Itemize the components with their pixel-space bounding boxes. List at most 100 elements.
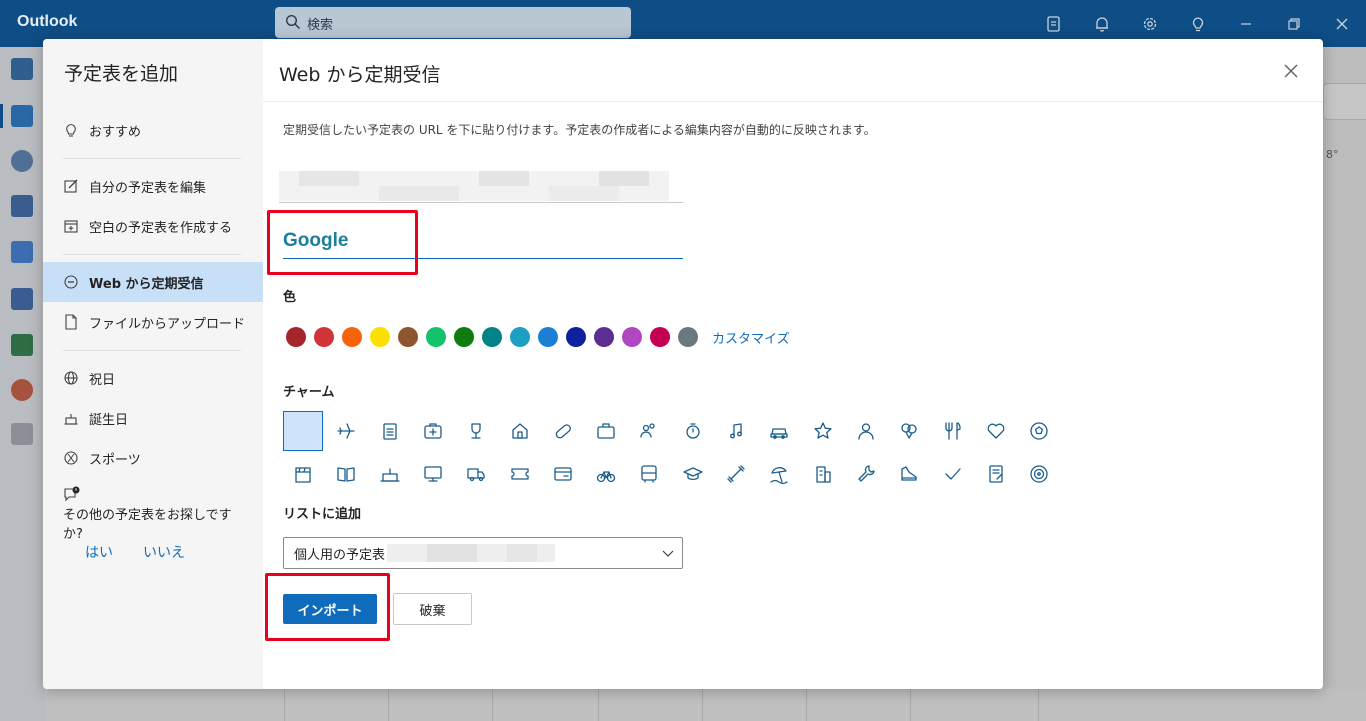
close-icon[interactable] xyxy=(1318,0,1366,47)
color-swatch-7[interactable] xyxy=(454,327,474,347)
color-swatch-13[interactable] xyxy=(622,327,642,347)
charm-cutlery[interactable] xyxy=(933,411,973,451)
customize-link[interactable]: カスタマイズ xyxy=(712,328,790,347)
yes-link[interactable]: はい xyxy=(85,542,113,562)
url-input[interactable] xyxy=(279,169,683,203)
charm-music[interactable] xyxy=(716,411,756,451)
color-swatch-4[interactable] xyxy=(370,327,390,347)
grid-line xyxy=(1038,689,1039,721)
header-divider xyxy=(263,101,1323,102)
charm-none[interactable] xyxy=(283,411,323,451)
pill-icon xyxy=(555,424,571,439)
charm-person[interactable] xyxy=(846,411,886,451)
charm-target[interactable] xyxy=(1019,454,1059,494)
heart-icon xyxy=(987,423,1005,439)
nav-item-subscribe-web[interactable]: Web から定期受信 xyxy=(43,262,263,302)
discard-button[interactable]: 破棄 xyxy=(393,593,472,625)
excel-icon[interactable] xyxy=(11,334,33,356)
color-swatch-11[interactable] xyxy=(566,327,586,347)
todo-icon[interactable] xyxy=(11,241,33,263)
charm-balloon[interactable] xyxy=(889,411,929,451)
apps-icon[interactable] xyxy=(11,423,33,445)
nav-label: Web から定期受信 xyxy=(89,276,204,292)
link-icon xyxy=(63,274,79,290)
nav-label: 自分の予定表を編集 xyxy=(89,180,207,196)
charm-book[interactable] xyxy=(326,454,366,494)
color-swatch-3[interactable] xyxy=(342,327,362,347)
nav-item-edit-calendars[interactable]: 自分の予定表を編集 xyxy=(43,166,263,206)
color-swatches: カスタマイズ xyxy=(286,327,790,347)
charm-clapperboard[interactable] xyxy=(283,454,323,494)
sidebar-title: 予定表を追加 xyxy=(64,63,179,85)
charm-first-aid[interactable] xyxy=(413,411,453,451)
color-swatch-1[interactable] xyxy=(286,327,306,347)
charm-star[interactable] xyxy=(803,411,843,451)
color-swatch-15[interactable] xyxy=(678,327,698,347)
color-swatch-2[interactable] xyxy=(314,327,334,347)
charm-beach[interactable] xyxy=(759,454,799,494)
charm-truck[interactable] xyxy=(456,454,496,494)
charm-car[interactable] xyxy=(759,411,799,451)
nav-item-holidays[interactable]: 祝日 xyxy=(43,358,263,398)
mail-icon[interactable] xyxy=(11,58,33,80)
no-link[interactable]: いいえ xyxy=(143,542,185,562)
add-to-dropdown[interactable]: 個人用の予定表 xyxy=(283,537,683,569)
color-swatch-6[interactable] xyxy=(426,327,446,347)
charm-people[interactable] xyxy=(629,411,669,451)
charm-desktop[interactable] xyxy=(413,454,453,494)
close-icon[interactable] xyxy=(1281,61,1301,81)
color-swatch-14[interactable] xyxy=(650,327,670,347)
charm-clipboard[interactable] xyxy=(370,411,410,451)
charm-airplane[interactable] xyxy=(326,411,366,451)
nav-item-birthdays[interactable]: 誕生日 xyxy=(43,398,263,438)
charm-cake[interactable] xyxy=(370,454,410,494)
bus-icon xyxy=(641,465,658,483)
building-icon xyxy=(815,466,831,483)
powerpoint-icon[interactable] xyxy=(11,379,33,401)
color-swatch-9[interactable] xyxy=(510,327,530,347)
charm-shoe[interactable] xyxy=(889,454,929,494)
grid-line xyxy=(598,689,599,721)
charm-home[interactable] xyxy=(500,411,540,451)
charm-ticket[interactable] xyxy=(500,454,540,494)
dumbbell-icon xyxy=(727,465,745,483)
bicycle-icon xyxy=(596,471,616,483)
desktop-icon xyxy=(424,466,442,482)
charm-trophy[interactable] xyxy=(456,411,496,451)
charm-card[interactable] xyxy=(543,454,583,494)
charm-stopwatch[interactable] xyxy=(673,411,713,451)
charm-wrench[interactable] xyxy=(846,454,886,494)
nav-item-sports[interactable]: スポーツ xyxy=(43,438,263,478)
calendar-name-input[interactable]: Google xyxy=(283,225,683,259)
grid-line xyxy=(910,689,911,721)
word-icon[interactable] xyxy=(11,288,33,310)
color-swatch-10[interactable] xyxy=(538,327,558,347)
groups-icon[interactable] xyxy=(11,195,33,217)
truck-icon xyxy=(467,468,485,482)
color-swatch-12[interactable] xyxy=(594,327,614,347)
people-icon[interactable] xyxy=(11,150,33,172)
charm-graduation-cap[interactable] xyxy=(673,454,713,494)
nav-item-recommended[interactable]: おすすめ xyxy=(43,110,263,150)
charm-bus[interactable] xyxy=(629,454,669,494)
people-icon xyxy=(640,423,656,438)
nav-item-upload-file[interactable]: ファイルからアップロード xyxy=(43,302,263,342)
edit-icon xyxy=(63,178,79,194)
charm-bicycle[interactable] xyxy=(586,454,626,494)
calendar-icon[interactable] xyxy=(11,105,33,127)
charm-notepad[interactable] xyxy=(976,454,1016,494)
charm-heart[interactable] xyxy=(976,411,1016,451)
import-button[interactable]: インポート xyxy=(283,594,377,624)
nav-item-create-blank[interactable]: 空白の予定表を作成する xyxy=(43,206,263,246)
charm-dumbbell[interactable] xyxy=(716,454,756,494)
charm-building[interactable] xyxy=(803,454,843,494)
color-swatch-8[interactable] xyxy=(482,327,502,347)
search-box[interactable]: 検索 xyxy=(275,7,631,38)
charm-checkmark[interactable] xyxy=(933,454,973,494)
charm-soccer-ball[interactable] xyxy=(1019,411,1059,451)
charm-pill[interactable] xyxy=(543,411,583,451)
color-swatch-5[interactable] xyxy=(398,327,418,347)
charm-briefcase[interactable] xyxy=(586,411,626,451)
cutlery-icon xyxy=(944,422,961,440)
graduation-cap-icon xyxy=(683,467,703,480)
